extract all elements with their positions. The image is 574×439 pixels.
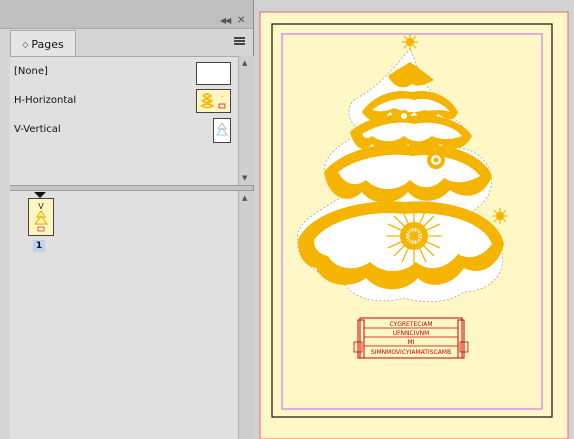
master-label: V-Vertical: [14, 124, 61, 135]
ornament-large-sunburst-icon: [386, 208, 442, 264]
top-star-icon: [402, 34, 418, 50]
tag-line-3: MI: [408, 339, 415, 346]
document-page[interactable]: CYGRETECIAM UFNNCIVNM MI SIMNMOVICYIAMAT…: [254, 0, 574, 439]
master-item-v-vertical[interactable]: V-Vertical: [10, 118, 238, 144]
tag-line-4: SIMNMOVICYIAMATISCAMB: [371, 349, 451, 356]
master-thumbnail: [196, 89, 231, 113]
master-label: [None]: [14, 66, 48, 77]
collapse-panel-icon[interactable]: ◀◀: [220, 16, 231, 25]
tab-pages-label: Pages: [31, 37, 64, 51]
side-star-icon: [492, 208, 508, 224]
master-label: H-Horizontal: [14, 95, 77, 106]
tag-line-1: CYGRETECIAM: [389, 321, 432, 328]
masters-list: [None] H-Horizontal V-Vertical: [10, 56, 253, 186]
thumbnail-art: [216, 122, 228, 136]
master-thumbnail: [213, 118, 231, 143]
page-thumbnail[interactable]: V: [28, 198, 54, 236]
panel-menu-icon[interactable]: [234, 37, 245, 45]
panel-title-bar: ◀◀ ✕: [0, 0, 253, 29]
master-item-h-horizontal[interactable]: H-Horizontal: [10, 89, 238, 115]
pages-scrollbar[interactable]: ▲: [238, 191, 254, 439]
thumbnail-art: [200, 93, 226, 109]
master-item-none[interactable]: [None]: [10, 60, 238, 86]
master-thumbnail: [196, 62, 231, 85]
master-prefix-label: V: [38, 202, 44, 211]
pages-panel: ◀◀ ✕ ◇ Pages [None] H-Horizontal V-Verti…: [0, 0, 254, 439]
scroll-down-icon[interactable]: ▼: [242, 174, 247, 182]
scroll-up-icon[interactable]: ▲: [242, 194, 247, 202]
tab-sort-icon: ◇: [22, 39, 29, 49]
page-thumbnail-art: V: [33, 202, 49, 232]
page-number[interactable]: 1: [33, 240, 45, 252]
masters-scrollbar[interactable]: ▲ ▼: [238, 56, 254, 185]
scroll-up-icon[interactable]: ▲: [242, 59, 247, 67]
tab-pages[interactable]: ◇ Pages: [10, 30, 76, 57]
document-canvas[interactable]: CYGRETECIAM UFNNCIVNM MI SIMNMOVICYIAMAT…: [254, 0, 574, 439]
ornament-small-icon: [398, 110, 410, 122]
ornament-medium-icon: [427, 151, 445, 169]
tag-line-2: UFNNCIVNM: [393, 330, 430, 337]
close-panel-icon[interactable]: ✕: [237, 15, 245, 26]
